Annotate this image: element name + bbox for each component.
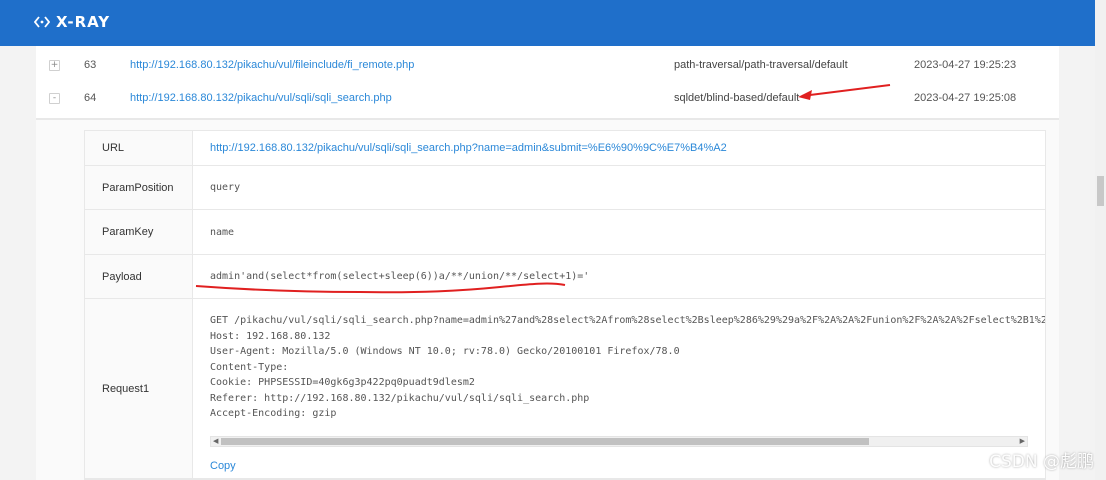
collapse-toggle-icon[interactable]: -	[49, 93, 60, 104]
top-bar: X-RAY	[0, 0, 1095, 46]
request-line: Content-Type:	[210, 361, 289, 373]
detail-table: URL http://192.168.80.132/pikachu/vul/sq…	[84, 130, 1046, 480]
expand-toggle-icon[interactable]: +	[49, 60, 60, 71]
detail-key: ParamPosition	[85, 166, 193, 209]
request-line: GET /pikachu/vul/sqli/sqli_search.php?na…	[210, 315, 1045, 326]
row-url-link[interactable]: http://192.168.80.132/pikachu/vul/sqli/s…	[130, 92, 392, 104]
row-plugin: sqldet/blind-based/default	[674, 92, 800, 104]
scroll-right-arrow-icon[interactable]: ▶	[1020, 437, 1025, 446]
payload-value: admin'and(select*from(select+sleep(6))a/…	[210, 271, 590, 282]
vertical-scrollbar-thumb[interactable]	[1097, 176, 1104, 206]
app-logo[interactable]: X-RAY	[34, 13, 110, 31]
detail-row-param-position: ParamPosition query	[85, 166, 1045, 210]
scroll-left-arrow-icon[interactable]: ◀	[213, 437, 218, 446]
detail-key: Request1	[85, 299, 193, 478]
results-list: + 63 http://192.168.80.132/pikachu/vul/f…	[36, 46, 1059, 480]
row-index: 63	[84, 59, 97, 71]
detail-value: query	[210, 182, 241, 193]
detail-url-link[interactable]: http://192.168.80.132/pikachu/vul/sqli/s…	[193, 131, 1045, 165]
request-line: Referer: http://192.168.80.132/pikachu/v…	[210, 392, 590, 404]
detail-key: URL	[85, 131, 193, 165]
detail-key: ParamKey	[85, 210, 193, 254]
request-line: Cookie: PHPSESSID=40gk6g3p422pq0puadt9dl…	[210, 377, 475, 388]
row-url-link[interactable]: http://192.168.80.132/pikachu/vul/filein…	[130, 59, 414, 71]
row-index: 64	[84, 92, 97, 104]
row-plugin: path-traversal/path-traversal/default	[674, 59, 848, 71]
detail-key: Payload	[85, 255, 193, 298]
row-detail-panel: URL http://192.168.80.132/pikachu/vul/sq…	[36, 119, 1059, 480]
detail-row-request: Request1 GET /pikachu/vul/sqli/sqli_sear…	[85, 299, 1045, 479]
vertical-scrollbar[interactable]	[1095, 0, 1106, 480]
result-row[interactable]: - 64 http://192.168.80.132/pikachu/vul/s…	[36, 79, 1059, 119]
row-timestamp: 2023-04-27 19:25:23	[914, 59, 1017, 71]
detail-row-url: URL http://192.168.80.132/pikachu/vul/sq…	[85, 131, 1045, 166]
detail-row-param-key: ParamKey name	[85, 210, 1045, 255]
detail-value: name	[210, 226, 235, 238]
request-line: User-Agent: Mozilla/5.0 (Windows NT 10.0…	[210, 346, 680, 357]
xray-logo-icon	[34, 16, 50, 28]
request-line: Accept-Encoding: gzip	[210, 408, 337, 419]
page: X-RAY + 63 http://192.168.80.132/pikachu…	[0, 0, 1106, 480]
row-timestamp: 2023-04-27 19:25:08	[914, 92, 1017, 104]
watermark: CSDN @彪鹏	[989, 452, 1094, 472]
request-line: Host: 192.168.80.132	[210, 330, 331, 342]
scrollbar-thumb[interactable]	[221, 437, 869, 445]
detail-row-payload: Payload admin'and(select*from(select+sle…	[85, 255, 1045, 299]
request-block: GET /pikachu/vul/sqli/sqli_search.php?na…	[193, 299, 1045, 478]
horizontal-scrollbar[interactable]: ◀ ▶	[210, 435, 1028, 447]
logo-text: X-RAY	[56, 13, 111, 31]
